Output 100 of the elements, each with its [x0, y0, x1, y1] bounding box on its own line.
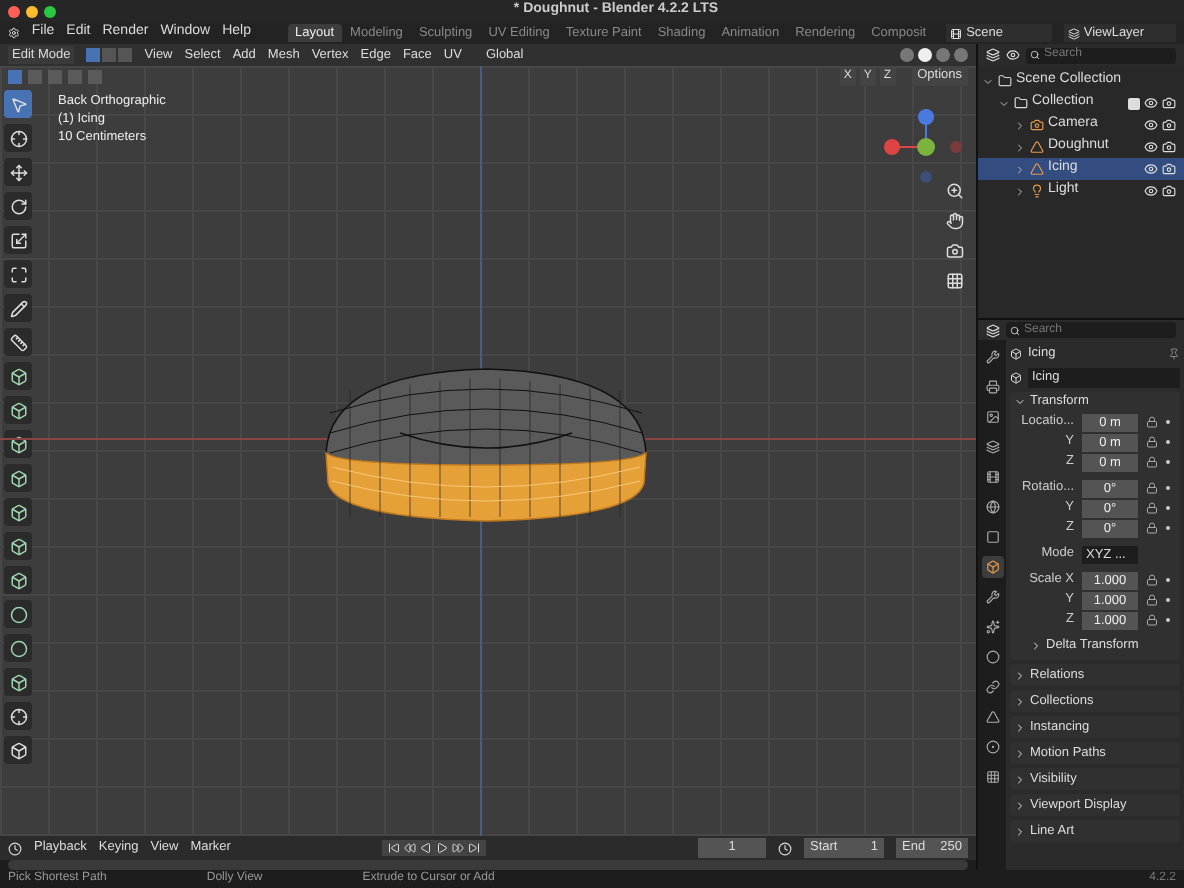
- expand-icon[interactable]: [1014, 747, 1026, 759]
- expand-icon[interactable]: [982, 75, 994, 87]
- expand-icon[interactable]: [1014, 773, 1026, 785]
- tool-button[interactable]: [4, 260, 32, 288]
- printer-icon: [985, 380, 999, 394]
- jump-end-icon[interactable]: [468, 842, 481, 854]
- tool-button[interactable]: [4, 430, 32, 458]
- expand-icon[interactable]: [1014, 141, 1026, 153]
- select-mode-button[interactable]: [86, 48, 101, 62]
- properties-tab[interactable]: [981, 646, 1003, 668]
- grid-icon[interactable]: [946, 272, 964, 290]
- tool-button[interactable]: [4, 192, 32, 220]
- lock-icon[interactable]: [1146, 574, 1158, 586]
- move-icon: [9, 163, 27, 181]
- properties-tab[interactable]: [981, 346, 1003, 368]
- tool-button[interactable]: [4, 362, 32, 390]
- expand-icon[interactable]: [1014, 119, 1026, 131]
- play-icon[interactable]: [436, 842, 449, 854]
- tool-button[interactable]: [4, 124, 32, 152]
- clock-icon[interactable]: [8, 841, 22, 855]
- properties-tab[interactable]: [981, 586, 1003, 608]
- camera-icon[interactable]: [946, 242, 964, 260]
- expand-icon[interactable]: [1014, 185, 1026, 197]
- lock-icon[interactable]: [1146, 594, 1158, 606]
- triangle-icon: [985, 710, 999, 724]
- eye-icon[interactable]: [1144, 96, 1158, 110]
- sparkles-icon: [985, 620, 999, 634]
- eye-icon[interactable]: [1144, 118, 1158, 132]
- tool-button[interactable]: [4, 396, 32, 424]
- properties-tab[interactable]: [981, 736, 1003, 758]
- fast-forward-icon[interactable]: [452, 842, 465, 854]
- properties-tab[interactable]: [981, 406, 1003, 428]
- jump-start-icon[interactable]: [388, 842, 401, 854]
- camera-icon[interactable]: [1162, 184, 1176, 198]
- tool-button[interactable]: [4, 328, 32, 356]
- properties-tab[interactable]: [981, 556, 1003, 578]
- object-icon: [985, 560, 999, 574]
- properties-tab[interactable]: [981, 616, 1003, 638]
- eye-icon[interactable]: [1144, 184, 1158, 198]
- lock-icon[interactable]: [1146, 436, 1158, 448]
- lock-icon[interactable]: [1146, 482, 1158, 494]
- expand-icon[interactable]: [1014, 721, 1026, 733]
- camera-icon[interactable]: [1162, 118, 1176, 132]
- navigation-gizmo-drawing[interactable]: [884, 109, 962, 183]
- properties-tab[interactable]: [981, 706, 1003, 728]
- checkbox[interactable]: [1128, 97, 1140, 109]
- stopwatch-icon[interactable]: [778, 841, 792, 855]
- zoom-button[interactable]: [44, 5, 56, 17]
- properties-tab[interactable]: [981, 466, 1003, 488]
- lock-icon[interactable]: [1146, 614, 1158, 626]
- close-button[interactable]: [8, 5, 20, 17]
- expand-icon[interactable]: [998, 97, 1010, 109]
- tool-button[interactable]: [4, 464, 32, 492]
- pin-icon[interactable]: [1168, 348, 1180, 360]
- tool-button[interactable]: [4, 668, 32, 696]
- camera-icon[interactable]: [1162, 96, 1176, 110]
- lock-icon[interactable]: [1146, 502, 1158, 514]
- properties-tab[interactable]: [981, 526, 1003, 548]
- rewind-icon[interactable]: [404, 842, 417, 854]
- properties-tab[interactable]: [981, 436, 1003, 458]
- tool-button[interactable]: [4, 566, 32, 594]
- cube-icon: [9, 401, 27, 419]
- expand-icon[interactable]: [1014, 695, 1026, 707]
- tool-button[interactable]: [4, 702, 32, 730]
- lock-icon[interactable]: [1146, 456, 1158, 468]
- properties-tab[interactable]: [981, 496, 1003, 518]
- eye-icon[interactable]: [1144, 140, 1158, 154]
- tool-button[interactable]: [4, 634, 32, 662]
- tool-button[interactable]: [4, 600, 32, 628]
- cube-icon: [9, 469, 27, 487]
- eye-icon[interactable]: [1144, 162, 1158, 176]
- display-mode-icon[interactable]: [986, 48, 1000, 62]
- object-icon: [1010, 348, 1022, 360]
- tool-button[interactable]: [4, 294, 32, 322]
- link-icon: [985, 680, 999, 694]
- properties-tab[interactable]: [981, 766, 1003, 788]
- zoom-icon[interactable]: [946, 182, 964, 200]
- editor-type-icon[interactable]: [986, 323, 1000, 337]
- properties-tab[interactable]: [981, 676, 1003, 698]
- hand-icon[interactable]: [946, 212, 964, 230]
- shading-mode-button[interactable]: [918, 48, 932, 62]
- tool-button[interactable]: [4, 226, 32, 254]
- tool-button[interactable]: [4, 532, 32, 560]
- lock-icon[interactable]: [1146, 416, 1158, 428]
- search-icon: [1010, 325, 1020, 335]
- properties-tab[interactable]: [981, 376, 1003, 398]
- expand-icon[interactable]: [1014, 396, 1026, 408]
- lock-icon[interactable]: [1146, 522, 1158, 534]
- folder-icon: [998, 74, 1012, 88]
- tool-button[interactable]: [4, 498, 32, 526]
- tool-button[interactable]: [4, 736, 32, 764]
- expand-icon[interactable]: [1030, 640, 1042, 652]
- camera-icon[interactable]: [1162, 162, 1176, 176]
- tool-button[interactable]: [4, 158, 32, 186]
- play-reverse-icon[interactable]: [420, 842, 433, 854]
- expand-icon[interactable]: [1014, 825, 1026, 837]
- camera-icon[interactable]: [1162, 140, 1176, 154]
- minimize-button[interactable]: [26, 5, 38, 17]
- expand-icon[interactable]: [1014, 799, 1026, 811]
- expand-icon[interactable]: [1014, 669, 1026, 681]
